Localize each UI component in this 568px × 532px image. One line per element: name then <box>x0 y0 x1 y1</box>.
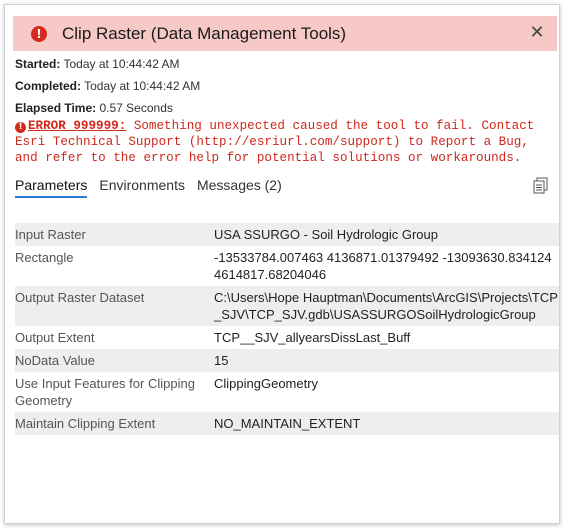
param-name: Use Input Features for Clipping Geometry <box>15 376 195 408</box>
completed-value: Today at 10:44:42 AM <box>84 79 201 93</box>
copy-icon[interactable] <box>533 177 549 195</box>
started-label: Started: <box>15 57 61 71</box>
tab-bar: Parameters Environments Messages (2) <box>15 177 294 198</box>
tab-messages[interactable]: Messages (2) <box>197 177 282 198</box>
param-value: NO_MAINTAIN_EXTENT <box>214 416 361 431</box>
tab-environments[interactable]: Environments <box>99 177 185 198</box>
error-small-icon: ! <box>15 122 26 133</box>
param-row: Use Input Features for Clipping Geometry… <box>15 372 559 412</box>
param-value: C:\Users\Hope Hauptman\Documents\ArcGIS\… <box>214 290 558 322</box>
param-name: Output Raster Dataset <box>15 290 145 305</box>
tab-parameters[interactable]: Parameters <box>15 177 88 198</box>
elapsed-line: Elapsed Time: 0.57 Seconds <box>15 101 173 115</box>
parameters-table: Input Raster USA SSURGO - Soil Hydrologi… <box>15 223 559 435</box>
param-name: Input Raster <box>15 227 86 242</box>
param-value: TCP__SJV_allyearsDissLast_Buff <box>214 330 411 345</box>
param-row: Rectangle -13533784.007463 4136871.01379… <box>15 246 559 286</box>
param-name: Output Extent <box>15 330 95 345</box>
param-row: Output Raster Dataset C:\Users\Hope Haup… <box>15 286 559 326</box>
elapsed-label: Elapsed Time: <box>15 101 97 115</box>
error-icon: ! <box>31 25 47 42</box>
param-name: Maintain Clipping Extent <box>15 416 156 431</box>
title-bar: ! Clip Raster (Data Management Tools) ✕ <box>13 16 557 51</box>
param-name: Rectangle <box>15 250 74 265</box>
param-name: NoData Value <box>15 353 95 368</box>
started-line: Started: Today at 10:44:42 AM <box>15 57 180 71</box>
completed-label: Completed: <box>15 79 81 93</box>
param-value: -13533784.007463 4136871.01379492 -13093… <box>214 250 552 282</box>
param-value: ClippingGeometry <box>214 376 319 391</box>
param-row: Output Extent TCP__SJV_allyearsDissLast_… <box>15 326 559 349</box>
started-value: Today at 10:44:42 AM <box>63 57 180 71</box>
error-message-block: ! ERROR 999999: Something unexpected caus… <box>15 118 555 166</box>
param-value: USA SSURGO - Soil Hydrologic Group <box>214 227 438 242</box>
param-row: Input Raster USA SSURGO - Soil Hydrologi… <box>15 223 559 246</box>
elapsed-value: 0.57 Seconds <box>99 101 173 115</box>
error-code-link[interactable]: ERROR 999999: <box>28 119 126 133</box>
param-value: 15 <box>214 353 229 368</box>
param-row: NoData Value 15 <box>15 349 559 372</box>
tool-result-panel: ! Clip Raster (Data Management Tools) ✕ … <box>4 4 560 524</box>
close-button[interactable]: ✕ <box>527 23 547 43</box>
dialog-title: Clip Raster (Data Management Tools) <box>62 23 347 43</box>
completed-line: Completed: Today at 10:44:42 AM <box>15 79 200 93</box>
param-row: Maintain Clipping Extent NO_MAINTAIN_EXT… <box>15 412 559 435</box>
